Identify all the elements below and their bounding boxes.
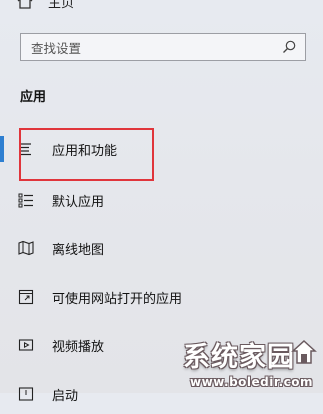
home-icon	[17, 0, 33, 9]
video-playback-icon	[18, 339, 34, 351]
nav-item-label: 视频播放	[52, 339, 105, 355]
search-input[interactable]: 查找设置	[20, 33, 306, 61]
watermark: 系统家园 www.boledir.com	[147, 335, 317, 391]
nav-item-apps-features[interactable]: 应用和功能	[0, 129, 323, 169]
default-apps-icon	[18, 193, 33, 208]
apps-for-websites-icon	[18, 289, 34, 305]
home-label: 主页	[48, 0, 75, 11]
nav-item-label: 离线地图	[52, 242, 105, 258]
nav-item-label: 默认应用	[52, 194, 105, 210]
watermark-logo-icon	[291, 339, 317, 364]
watermark-title: 系统家园	[183, 342, 295, 373]
nav-item-label: 可使用网站打开的应用	[52, 291, 183, 307]
apps-features-icon	[21, 143, 31, 156]
nav-item-label: 启动	[52, 388, 79, 404]
nav-item-default-apps[interactable]: 默认应用	[0, 180, 323, 220]
nav-item-offline-maps[interactable]: 离线地图	[0, 228, 323, 268]
startup-icon	[18, 387, 34, 401]
home-link[interactable]: 主页	[16, 0, 74, 11]
watermark-url: www.boledir.com	[190, 375, 313, 389]
offline-maps-icon	[18, 240, 34, 256]
nav-item-apps-for-websites[interactable]: 可使用网站打开的应用	[0, 277, 323, 317]
section-title: 应用	[20, 90, 47, 105]
search-placeholder: 查找设置	[31, 40, 82, 56]
nav-item-label: 应用和功能	[52, 143, 118, 159]
search-icon	[283, 40, 296, 53]
